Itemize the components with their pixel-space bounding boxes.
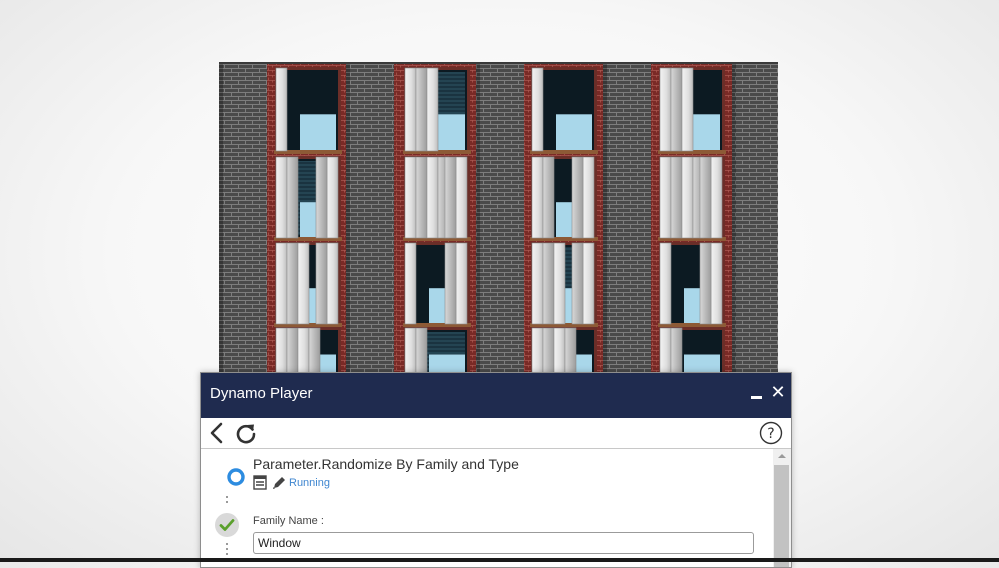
window-shutter [699,242,712,325]
window-shutter [426,156,439,239]
window-shutter [315,156,328,239]
window-shutter [531,156,544,239]
window-shutter [659,156,672,239]
dynamo-player-window: Dynamo Player ✕ ? Parameter.Randomize By… [200,372,792,568]
window-shutter [659,327,672,376]
parapet-edge [219,62,778,64]
step-connector [226,496,228,506]
check-icon [215,513,239,537]
title-bar[interactable]: Dynamo Player ✕ [201,373,791,418]
window-shutter [710,242,723,325]
window-shutter [444,242,457,325]
pier-shadow [476,62,480,376]
window-shutter [542,156,555,239]
window-shutter [681,67,694,152]
window-shutter [315,242,328,325]
window-shutter [659,67,672,152]
window-reflection [556,114,592,151]
window-shutter [553,242,566,325]
window-shutter [426,67,439,152]
window-shutter [571,156,584,239]
help-button[interactable]: ? [759,421,783,445]
refresh-button[interactable] [234,421,258,445]
minimize-button[interactable] [746,383,766,407]
close-button[interactable]: ✕ [767,382,789,406]
family-name-label: Family Name : [253,515,324,527]
window-shutter [564,327,577,376]
window-shutter [531,67,544,152]
window-shutter [415,67,428,152]
window-shutter [275,67,288,152]
brick-pier [346,62,394,376]
window-shutter [444,156,457,239]
window-shutter [455,242,468,325]
window-shutter [404,156,417,239]
brick-pier [603,62,651,376]
window-shutter [286,156,299,239]
script-icon [253,475,267,490]
window-shutter [297,327,310,376]
brick-pier [476,62,524,376]
back-button[interactable] [206,421,228,445]
window-shutter [286,327,299,376]
window-shutter [710,156,723,239]
window-shutter [531,327,544,376]
window-shutter [275,327,288,376]
window-shutter [415,156,428,239]
window-shutter [582,242,595,325]
pier-shadow [603,62,607,376]
pier-shadow [219,62,223,376]
script-name[interactable]: Parameter.Randomize By Family and Type [253,456,519,472]
window-reflection [300,114,336,151]
close-icon: ✕ [770,382,786,403]
screen-bottom-edge [0,558,999,562]
toolbar: ? [201,418,791,449]
pier-shadow [346,62,350,376]
family-name-input[interactable] [253,532,754,554]
window-shutter [582,156,595,239]
window-shutter [326,242,339,325]
vertical-scrollbar[interactable] [773,449,791,567]
window-shutter [542,242,555,325]
refresh-icon [236,424,256,444]
window-shutter [308,327,321,376]
window-shutter [275,242,288,325]
window-shutter [531,242,544,325]
chevron-left-icon [210,422,223,444]
svg-text:?: ? [767,426,774,442]
window-shutter [275,156,288,239]
window-shutter [297,242,310,325]
pencil-icon[interactable] [271,475,287,491]
pier-shadow [732,62,736,376]
window-shutter [670,67,683,152]
brick-pier [219,62,267,376]
run-status: Running [289,477,330,489]
script-list: Parameter.Randomize By Family and Type R… [201,449,773,567]
window-shutter [681,156,694,239]
window-shutter [286,242,299,325]
step-connector [226,543,228,558]
window-shutter [404,67,417,152]
help-icon: ? [759,421,783,445]
window-shutter [326,156,339,239]
window-shutter [670,327,683,376]
window-shutter [571,242,584,325]
minimize-icon [751,396,762,399]
window-shutter [553,327,566,376]
window-shutter [404,242,417,325]
window-shutter [699,156,712,239]
window-shutter [404,327,417,376]
window-shutter [415,327,428,376]
scroll-up-arrow-icon[interactable] [773,449,791,463]
window-shutter [659,242,672,325]
window-shutter [542,327,555,376]
window-shutter [455,156,468,239]
window-shutter [670,156,683,239]
script-select-radio[interactable] [227,468,245,486]
scrollbar-thumb[interactable] [774,465,789,567]
window-title: Dynamo Player [210,385,313,402]
brick-pier [732,62,778,376]
